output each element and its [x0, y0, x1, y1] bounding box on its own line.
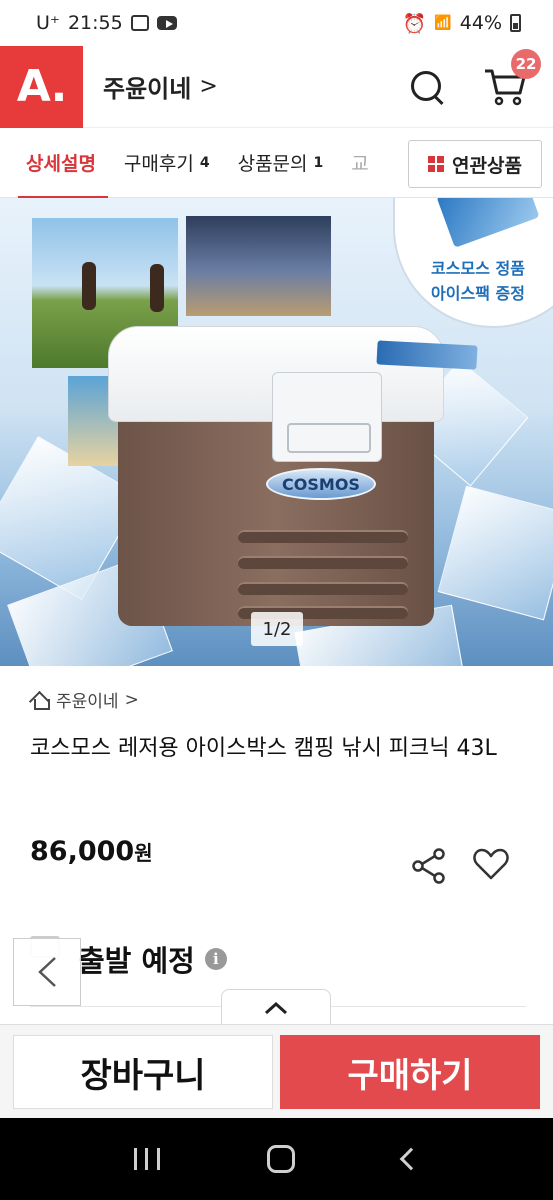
tab-exchange[interactable]: 교 [337, 128, 368, 198]
related-products-button[interactable]: 연관상품 [408, 140, 542, 188]
price-currency: 원 [134, 841, 153, 865]
shipping-label: 출발 예정 [78, 944, 195, 978]
recent-apps-icon[interactable] [133, 1148, 160, 1170]
clock: 21:55 [67, 12, 123, 34]
youtube-notification-icon [156, 16, 177, 30]
info-icon[interactable]: i [204, 948, 227, 970]
cart-button[interactable]: 22 [483, 48, 541, 107]
tab-count: 4 [199, 154, 210, 171]
cosmos-logo: COSMOS [266, 468, 376, 500]
image-pager: 1/2 [251, 612, 303, 646]
cooler-rib [238, 530, 408, 543]
tab-label: 상세설명 [26, 153, 96, 175]
camping-photo [186, 216, 331, 316]
tab-count: 1 [313, 154, 324, 171]
store-name: 주윤이네 [56, 692, 119, 712]
carrier-label: U⁺ [36, 12, 60, 34]
related-products-label: 연관상품 [452, 154, 522, 177]
tab-label: 교 [351, 153, 369, 175]
battery-percent: 44% [459, 12, 502, 34]
icepack-image [436, 198, 540, 248]
promo-line-1: 코스모스 정품 [431, 259, 525, 278]
cart-count-badge: 22 [511, 48, 541, 79]
tab-reviews[interactable]: 구매후기 4 [110, 128, 224, 198]
heart-icon[interactable] [472, 846, 510, 882]
tab-inquiries[interactable]: 상품문의 1 [224, 128, 338, 198]
product-image-carousel[interactable]: 코스모스 정품 아이스팩 증정 COSMOS 1/2 [0, 198, 553, 666]
wifi-icon: 📶 [434, 15, 452, 31]
tab-label: 상품문의 [237, 153, 308, 175]
product-price: 86,000원 [30, 836, 153, 867]
chevron-left-icon [38, 957, 56, 987]
status-bar: U⁺ 21:55 ⏰ 📶 44% [0, 0, 553, 46]
app-header: A. 주윤이네 > 22 [0, 45, 553, 128]
buy-now-button[interactable]: 구매하기 [280, 1035, 540, 1109]
back-button[interactable] [13, 938, 81, 1006]
home-button-icon[interactable] [267, 1145, 296, 1173]
shop-name: 주윤이네 [103, 75, 192, 103]
shop-name-link[interactable]: 주윤이네 > [103, 69, 218, 104]
tab-label: 구매후기 [123, 153, 194, 175]
promo-line-2: 아이스팩 증정 [431, 284, 525, 303]
purchase-action-bar: 장바구니 구매하기 [0, 1024, 553, 1118]
tab-description[interactable]: 상세설명 [0, 128, 110, 199]
search-icon[interactable] [409, 69, 445, 105]
cooler-latch [272, 372, 382, 462]
cooler-rib [238, 556, 408, 569]
grid-icon [428, 156, 445, 172]
product-title: 코스모스 레저용 아이스박스 캠핑 낚시 피크닉 43L [30, 736, 497, 761]
chevron-right-icon: > [199, 74, 218, 99]
share-icon[interactable] [410, 848, 448, 884]
lid-sticker [376, 340, 478, 370]
price-value: 86,000 [30, 836, 135, 867]
cooler-rib [238, 582, 408, 595]
shipping-status: 출발 예정 i [78, 938, 227, 980]
expand-panel-button[interactable] [221, 989, 331, 1025]
chevron-up-icon [264, 1001, 288, 1014]
store-link[interactable]: 주윤이네 > [30, 687, 139, 712]
home-icon [30, 691, 50, 710]
system-navigation-bar [0, 1118, 553, 1200]
alarm-icon: ⏰ [402, 12, 427, 35]
product-tabs: 상세설명 구매후기 4 상품문의 1 교 연관상품 [0, 128, 553, 199]
add-to-cart-button[interactable]: 장바구니 [13, 1035, 273, 1109]
battery-icon [510, 14, 521, 32]
gallery-notification-icon [130, 15, 149, 31]
icepack-promo: 코스모스 정품 아이스팩 증정 [408, 256, 548, 306]
chevron-right-icon: > [124, 689, 139, 710]
ice-decoration [437, 485, 553, 621]
app-logo[interactable]: A. [0, 45, 83, 128]
back-arrow-icon[interactable] [399, 1147, 423, 1171]
